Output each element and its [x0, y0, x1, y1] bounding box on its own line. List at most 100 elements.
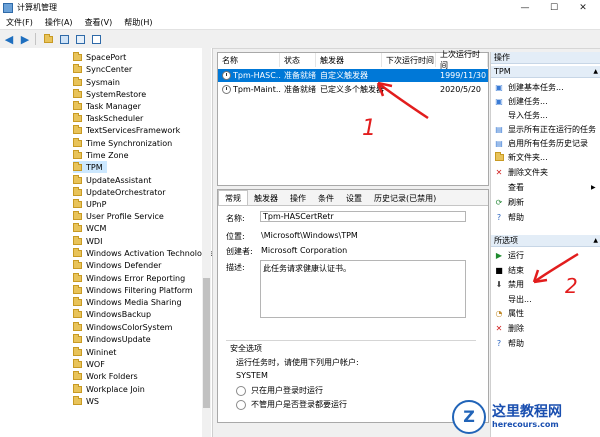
col-header-next-run[interactable]: 下次运行时间	[382, 53, 436, 67]
col-header-status[interactable]: 状态	[280, 53, 316, 67]
tree-item[interactable]: WindowsColorSystem	[73, 321, 172, 333]
action-enable-history[interactable]: ▤ 启用所有任务历史记录	[491, 137, 588, 150]
actions-group-tpm[interactable]: TPM ▲	[491, 66, 600, 78]
action-create-basic-task[interactable]: ▣ 创建基本任务...	[491, 81, 563, 94]
col-header-trigger[interactable]: 触发器	[316, 53, 382, 67]
location-value: \Microsoft\Windows\TPM	[261, 231, 358, 240]
action-export[interactable]: 导出...	[491, 293, 532, 306]
collapse-icon: ▲	[593, 68, 598, 75]
maximize-button[interactable]: ☐	[540, 0, 568, 15]
tree-item[interactable]: Windows Defender	[73, 259, 161, 271]
action-disable[interactable]: ⬇ 禁用	[491, 278, 524, 291]
tree-item[interactable]: WindowsUpdate	[73, 333, 151, 345]
table-row[interactable]: Tpm-Maint... 准备就绪 已定义多个触发器 2020/5/20	[218, 83, 488, 96]
tree-item[interactable]: Windows Filtering Platform	[73, 284, 193, 296]
tree-item[interactable]: Windows Error Reporting	[73, 272, 185, 284]
watermark: Z 这里教程网 herecours.com	[452, 396, 600, 437]
description-label: 描述:	[226, 263, 245, 272]
tree-item[interactable]: WindowsBackup	[73, 308, 151, 320]
tree-item[interactable]: Wininet	[73, 346, 116, 358]
create-task-icon: ▣	[495, 83, 503, 92]
tree-scrollbar[interactable]	[202, 48, 211, 437]
table-row[interactable]: Tpm-HASC... 准备就绪 自定义触发器 1999/11/30	[218, 69, 488, 82]
tree-item[interactable]: TaskScheduler	[73, 112, 143, 124]
run-option-logged-on[interactable]: 只在用户登录时运行	[236, 385, 323, 396]
menu-bar: 文件(F) 操作(A) 查看(V) 帮助(H)	[0, 15, 600, 30]
folder-icon	[73, 88, 82, 98]
tree-item[interactable]: WOF	[73, 358, 105, 370]
tree-item[interactable]: Time Synchronization	[73, 137, 172, 149]
action-help-selected[interactable]: ? 帮助	[491, 337, 524, 350]
tab-settings[interactable]: 设置	[340, 192, 368, 205]
tree-item[interactable]: UpdateAssistant	[73, 174, 151, 186]
folder-icon	[73, 321, 82, 331]
forward-arrow-icon[interactable]: ▶	[18, 32, 32, 46]
title-bar: 计算机管理 — ☐ ✕	[0, 0, 600, 15]
action-delete-folder[interactable]: ✕ 删除文件夹	[491, 166, 548, 179]
action-help[interactable]: ? 帮助	[491, 211, 524, 224]
tree-item[interactable]: SpacePort	[73, 51, 126, 63]
description-box[interactable]: 此任务请求健康认证书。	[260, 260, 466, 318]
tree-scrollbar-thumb[interactable]	[203, 278, 210, 408]
close-button[interactable]: ✕	[569, 0, 597, 15]
action-create-task[interactable]: ▣ 创建任务...	[491, 95, 547, 108]
folder-icon	[73, 100, 82, 110]
selected-item-group[interactable]: 所选项 ▲	[491, 235, 600, 247]
menu-file[interactable]: 文件(F)	[0, 17, 39, 28]
toolbar-separator	[35, 33, 36, 45]
actions-pane: 操作 TPM ▲ ▣ 创建基本任务... ▣ 创建任务... 导入任务... ▤ 显示所…	[490, 52, 600, 437]
up-folder-icon[interactable]	[41, 32, 55, 46]
action-refresh[interactable]: ⟳ 刷新	[491, 196, 524, 209]
show-hide-tree-icon[interactable]	[57, 32, 71, 46]
help-pane-icon[interactable]	[89, 32, 103, 46]
tree-item[interactable]: UPnP	[73, 198, 106, 210]
minimize-button[interactable]: —	[511, 0, 539, 15]
running-tasks-icon: ▤	[495, 125, 503, 134]
create-task-icon: ▣	[495, 97, 503, 106]
action-view[interactable]: 查看 ▶	[491, 181, 596, 194]
tree-item[interactable]: Time Zone	[73, 149, 129, 161]
folder-icon	[73, 259, 82, 269]
action-delete[interactable]: ✕ 删除	[491, 322, 524, 335]
folder-icon	[73, 63, 82, 73]
tree-item[interactable]: WS	[73, 395, 99, 407]
properties-icon[interactable]	[73, 32, 87, 46]
action-show-running[interactable]: ▤ 显示所有正在运行的任务	[491, 123, 596, 136]
tree-item[interactable]: Workplace Join	[73, 383, 145, 395]
tree-item[interactable]: Task Manager	[73, 100, 141, 112]
action-properties[interactable]: ◔ 属性	[491, 307, 525, 320]
action-import-task[interactable]: 导入任务...	[491, 109, 548, 122]
tree-item[interactable]: WDI	[73, 235, 102, 247]
tree-item[interactable]: Windows Media Sharing	[73, 296, 182, 308]
tree-item[interactable]: Sysmain	[73, 76, 120, 88]
tab-triggers[interactable]: 触发器	[248, 192, 284, 205]
action-end[interactable]: ■ 结束	[491, 264, 524, 277]
action-run[interactable]: ▶ 运行	[491, 249, 524, 262]
folder-icon	[73, 346, 82, 356]
tree-item[interactable]: TextServicesFramework	[73, 124, 180, 136]
run-option-always[interactable]: 不管用户是否登录都要运行	[236, 399, 347, 410]
tab-history[interactable]: 历史记录(已禁用)	[368, 192, 442, 205]
task-properties-pane: 常规 触发器 操作 条件 设置 历史记录(已禁用) 名称: Tpm-HASCer…	[217, 189, 489, 423]
tree-item[interactable]: Work Folders	[73, 370, 138, 382]
action-new-folder[interactable]: 新文件夹...	[491, 151, 548, 164]
tree-item-tpm[interactable]: TPM	[73, 161, 107, 173]
menu-view[interactable]: 查看(V)	[79, 17, 119, 28]
tree-item[interactable]: User Profile Service	[73, 210, 164, 222]
col-header-last-run[interactable]: 上次运行时间	[436, 50, 488, 70]
col-header-name[interactable]: 名称	[218, 53, 280, 67]
tree-item[interactable]: Windows Activation Technologie	[73, 247, 212, 259]
tree-item[interactable]: SystemRestore	[73, 88, 146, 100]
run-as-user: SYSTEM	[236, 371, 268, 380]
tab-general[interactable]: 常规	[218, 190, 248, 205]
back-arrow-icon[interactable]: ◀	[2, 32, 16, 46]
menu-action[interactable]: 操作(A)	[39, 17, 79, 28]
menu-help[interactable]: 帮助(H)	[118, 17, 158, 28]
tree-item[interactable]: SyncCenter	[73, 63, 132, 75]
tab-actions[interactable]: 操作	[284, 192, 312, 205]
tree-item[interactable]: WCM	[73, 222, 106, 234]
tab-conditions[interactable]: 条件	[312, 192, 340, 205]
folder-icon	[73, 370, 82, 380]
name-field[interactable]: Tpm-HASCertRetr	[260, 211, 466, 222]
tree-item[interactable]: UpdateOrchestrator	[73, 186, 166, 198]
